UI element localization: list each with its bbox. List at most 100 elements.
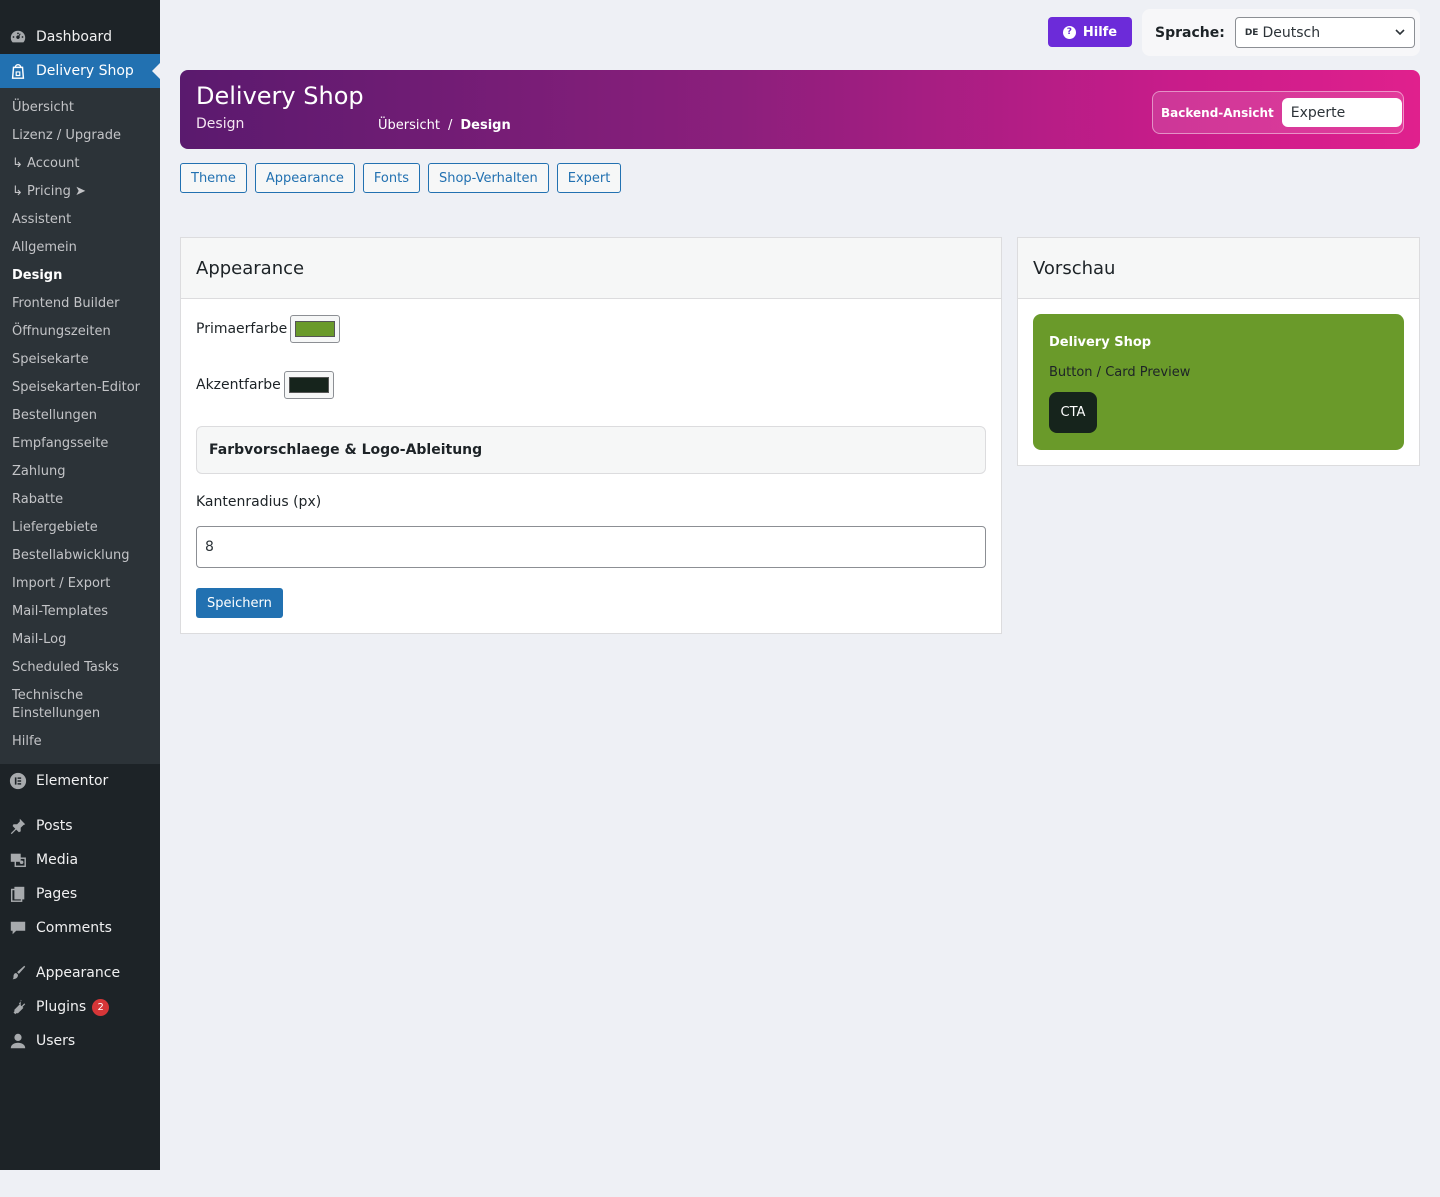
- tab-fonts[interactable]: Fonts: [362, 163, 420, 193]
- menu-media-label: Media: [36, 852, 79, 868]
- page-subtitle: Design: [196, 116, 245, 132]
- language-value: Deutsch: [1262, 24, 1321, 41]
- menu-comments[interactable]: Comments: [0, 911, 160, 945]
- menu-elementor-label: Elementor: [36, 773, 109, 789]
- language-select[interactable]: DE Deutsch: [1234, 17, 1415, 48]
- tab-expert[interactable]: Expert: [556, 163, 622, 193]
- breadcrumb-current: Design: [460, 118, 511, 133]
- question-circle-icon: ?: [1062, 25, 1076, 39]
- preview-card: Delivery Shop Button / Card Preview CTA: [1033, 314, 1404, 450]
- submenu-item-liefergebiete[interactable]: Liefergebiete: [0, 514, 160, 542]
- menu-posts[interactable]: Posts: [0, 809, 160, 843]
- menu-appearance-label: Appearance: [36, 965, 121, 981]
- pushpin-icon: [8, 816, 28, 836]
- plugin-icon: [8, 997, 28, 1017]
- submenu-item-technische-einstellungen[interactable]: Technische Einstellungen: [0, 682, 160, 728]
- submenu-item-import-export[interactable]: Import / Export: [0, 570, 160, 598]
- tab-theme[interactable]: Theme: [180, 163, 247, 193]
- primary-color-picker[interactable]: [290, 315, 341, 343]
- submenu-item-mail-log[interactable]: Mail-Log: [0, 626, 160, 654]
- submenu-item-bestellabwicklung[interactable]: Bestellabwicklung: [0, 542, 160, 570]
- submenu-item-zahlung[interactable]: Zahlung: [0, 458, 160, 486]
- language-label: Sprache:: [1155, 24, 1225, 41]
- border-radius-input[interactable]: 8: [196, 526, 986, 568]
- menu-plugins[interactable]: Plugins 2: [0, 990, 160, 1024]
- menu-pages[interactable]: Pages: [0, 877, 160, 911]
- accent-color-swatch: [288, 377, 329, 393]
- paintbrush-icon: [8, 963, 28, 983]
- appearance-panel-heading: Appearance: [181, 238, 1001, 299]
- breadcrumb-separator: /: [447, 118, 453, 133]
- help-button[interactable]: ? Hilfe: [1048, 17, 1132, 47]
- submenu-item-uebersicht[interactable]: Übersicht: [0, 94, 160, 122]
- plugins-update-badge: 2: [92, 998, 110, 1016]
- design-tabs: Theme Appearance Fonts Shop-Verhalten Ex…: [180, 163, 622, 193]
- language-switcher: Sprache: DE Deutsch: [1142, 9, 1420, 56]
- save-button[interactable]: Speichern: [196, 588, 283, 618]
- menu-dashboard[interactable]: Dashboard: [0, 20, 160, 54]
- preview-card-subtitle: Button / Card Preview: [1049, 365, 1191, 380]
- page-header-banner: Delivery Shop Design Übersicht / Design …: [180, 70, 1420, 149]
- submenu-item-design[interactable]: Design: [0, 262, 160, 290]
- accent-color-label: Akzentfarbe: [196, 377, 281, 393]
- backend-view-select[interactable]: Experte: [1281, 98, 1402, 127]
- backend-view-switcher: Backend-Ansicht Experte: [1152, 91, 1404, 134]
- appearance-panel: Appearance Primaerfarbe Akzentfarbe Farb…: [180, 237, 1002, 634]
- menu-elementor[interactable]: Elementor: [0, 764, 160, 798]
- menu-delivery-shop-label: Delivery Shop: [36, 63, 134, 79]
- breadcrumb: Übersicht / Design: [378, 118, 511, 133]
- menu-users-label: Users: [36, 1033, 76, 1049]
- user-icon: [8, 1031, 28, 1051]
- submenu-item-oeffnungszeiten[interactable]: Öffnungszeiten: [0, 318, 160, 346]
- preview-cta-button[interactable]: CTA: [1049, 392, 1097, 433]
- preview-panel-heading: Vorschau: [1018, 238, 1419, 299]
- menu-appearance[interactable]: Appearance: [0, 956, 160, 990]
- delivery-shop-submenu: Übersicht Lizenz / Upgrade ↳ Account ↳ P…: [0, 88, 160, 764]
- submenu-item-speisekarten-editor[interactable]: Speisekarten-Editor: [0, 374, 160, 402]
- admin-sidebar: Dashboard Delivery Shop Übersicht Lizenz…: [0, 0, 160, 1170]
- border-radius-label: Kantenradius (px): [196, 494, 322, 510]
- primary-color-label: Primaerfarbe: [196, 321, 288, 337]
- submenu-item-account[interactable]: ↳ Account: [0, 150, 160, 178]
- primary-color-swatch: [295, 321, 336, 337]
- submenu-item-hilfe[interactable]: Hilfe: [0, 728, 160, 756]
- elementor-icon: [8, 771, 28, 791]
- menu-delivery-shop[interactable]: Delivery Shop: [0, 54, 160, 88]
- media-icon: [8, 850, 28, 870]
- color-suggestions-toggle[interactable]: Farbvorschlaege & Logo-Ableitung: [196, 426, 986, 474]
- submenu-item-empfangsseite[interactable]: Empfangsseite: [0, 430, 160, 458]
- menu-dashboard-label: Dashboard: [36, 29, 112, 45]
- menu-media[interactable]: Media: [0, 843, 160, 877]
- language-flag: DE: [1244, 27, 1259, 38]
- preview-panel: Vorschau Delivery Shop Button / Card Pre…: [1017, 237, 1420, 466]
- menu-users[interactable]: Users: [0, 1024, 160, 1058]
- chevron-down-icon: [1394, 26, 1406, 42]
- menu-plugins-label: Plugins: [36, 999, 87, 1015]
- submenu-item-speisekarte[interactable]: Speisekarte: [0, 346, 160, 374]
- submenu-item-bestellungen[interactable]: Bestellungen: [0, 402, 160, 430]
- menu-pages-label: Pages: [36, 886, 78, 902]
- submenu-item-lizenz[interactable]: Lizenz / Upgrade: [0, 122, 160, 150]
- comment-icon: [8, 918, 28, 938]
- accent-color-picker[interactable]: [283, 371, 334, 399]
- submenu-item-frontend-builder[interactable]: Frontend Builder: [0, 290, 160, 318]
- breadcrumb-home[interactable]: Übersicht: [378, 118, 440, 133]
- primary-color-row: Primaerfarbe: [196, 315, 341, 343]
- submenu-item-allgemein[interactable]: Allgemein: [0, 234, 160, 262]
- menu-posts-label: Posts: [36, 818, 73, 834]
- backend-view-label: Backend-Ansicht: [1161, 105, 1274, 120]
- help-button-label: Hilfe: [1082, 24, 1118, 40]
- submenu-item-scheduled-tasks[interactable]: Scheduled Tasks: [0, 654, 160, 682]
- shopping-bag-icon: [8, 61, 28, 81]
- submenu-item-assistent[interactable]: Assistent: [0, 206, 160, 234]
- page-title: Delivery Shop: [196, 82, 364, 110]
- submenu-item-mail-templates[interactable]: Mail-Templates: [0, 598, 160, 626]
- tab-shop-verhalten[interactable]: Shop-Verhalten: [427, 163, 549, 193]
- pages-icon: [8, 884, 28, 904]
- preview-card-title: Delivery Shop: [1049, 335, 1152, 350]
- submenu-item-pricing[interactable]: ↳ Pricing ➤: [0, 178, 160, 206]
- menu-comments-label: Comments: [36, 920, 112, 936]
- tab-appearance[interactable]: Appearance: [254, 163, 355, 193]
- dashboard-icon: [8, 27, 28, 47]
- submenu-item-rabatte[interactable]: Rabatte: [0, 486, 160, 514]
